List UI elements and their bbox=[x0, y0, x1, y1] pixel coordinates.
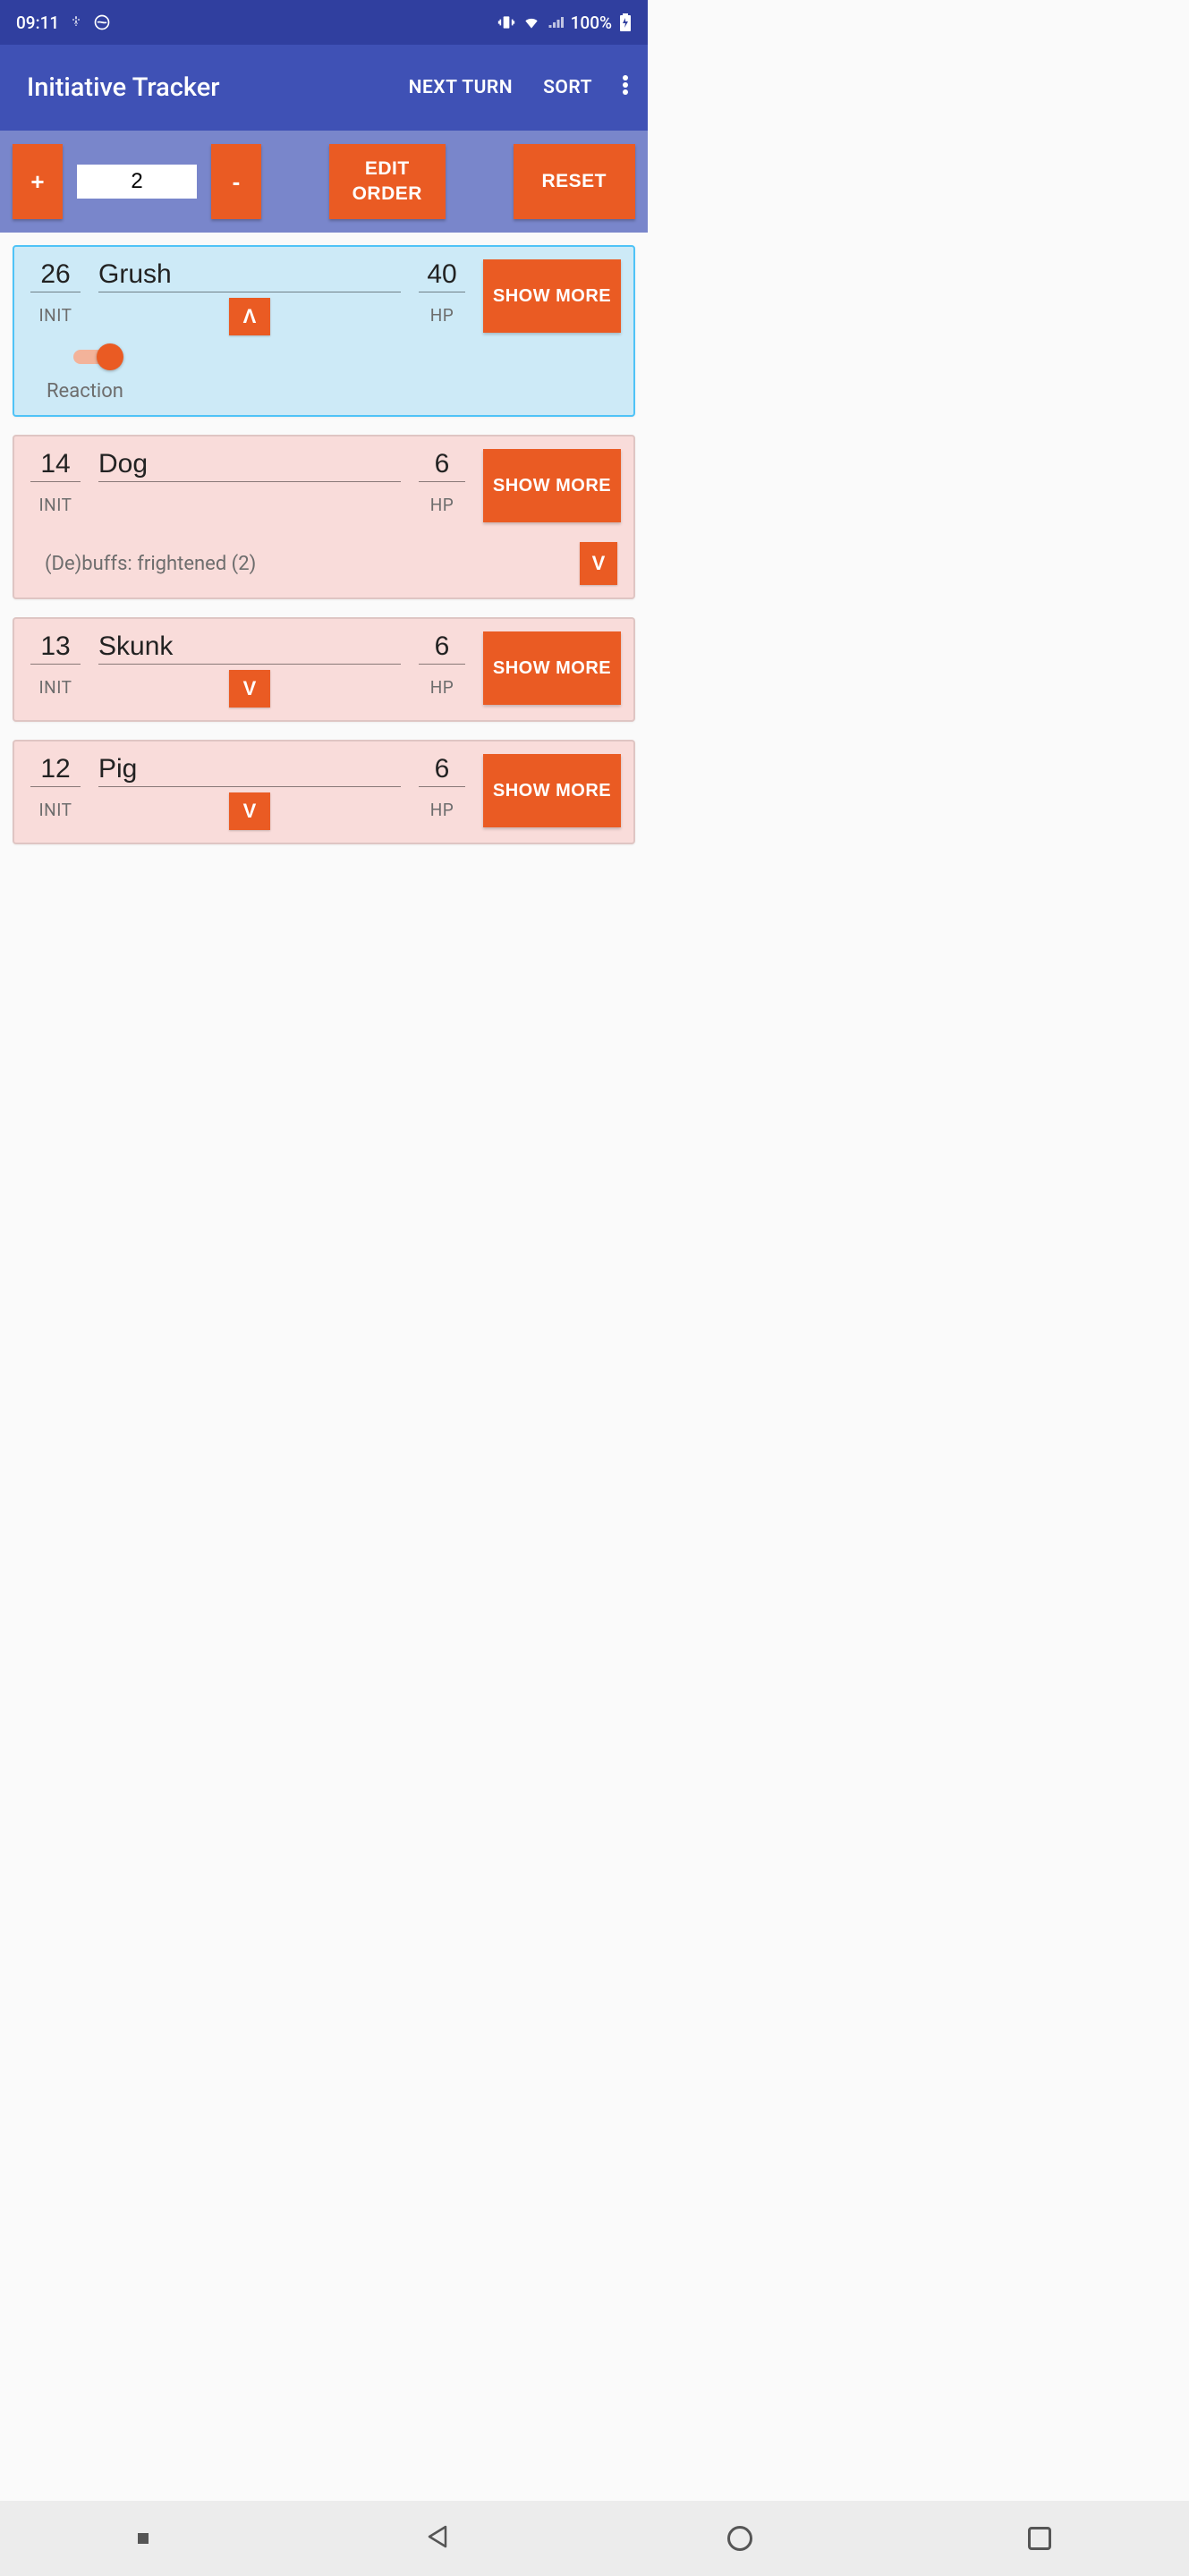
app-status-icon bbox=[93, 13, 111, 31]
vibrate-icon bbox=[497, 13, 515, 31]
name-input[interactable] bbox=[98, 259, 401, 292]
name-input[interactable] bbox=[98, 631, 401, 665]
init-label: INIT bbox=[39, 495, 72, 515]
toolbar: + - EDIT ORDER RESET bbox=[0, 131, 648, 233]
hp-label: HP bbox=[430, 495, 454, 515]
show-more-button[interactable]: SHOW MORE bbox=[483, 449, 621, 522]
status-battery-text: 100% bbox=[571, 13, 612, 33]
init-label: INIT bbox=[39, 305, 72, 326]
status-time: 09:11 bbox=[16, 13, 59, 33]
nav-back-icon[interactable] bbox=[424, 2523, 451, 2554]
nav-recent-mini-icon[interactable] bbox=[138, 2533, 149, 2544]
creature-card: INIT HP SHOW MORE (De)buffs: frightened (2)… bbox=[13, 435, 635, 599]
init-input[interactable] bbox=[30, 449, 81, 482]
hp-input[interactable] bbox=[419, 449, 465, 482]
debuffs-text: (De)buffs: frightened (2) bbox=[45, 553, 580, 575]
wifi-icon bbox=[522, 13, 540, 31]
creature-card: INIT V HP SHOW MORE bbox=[13, 617, 635, 722]
name-input[interactable] bbox=[98, 754, 401, 787]
init-input[interactable] bbox=[30, 754, 81, 787]
app-title: Initiative Tracker bbox=[27, 72, 220, 103]
show-more-button[interactable]: SHOW MORE bbox=[483, 631, 621, 705]
reaction-toggle[interactable] bbox=[73, 343, 123, 371]
reset-button[interactable]: RESET bbox=[514, 144, 636, 219]
nav-recents-icon[interactable] bbox=[1028, 2527, 1051, 2550]
minus-button[interactable]: - bbox=[211, 144, 261, 219]
expand-icon[interactable]: V bbox=[580, 542, 617, 585]
hp-input[interactable] bbox=[419, 259, 465, 292]
count-input[interactable] bbox=[77, 165, 197, 199]
edit-order-button[interactable]: EDIT ORDER bbox=[329, 144, 446, 219]
next-turn-button[interactable]: NEXT TURN bbox=[409, 77, 514, 98]
hp-label: HP bbox=[430, 800, 454, 820]
creature-card: INIT V HP SHOW MORE bbox=[13, 740, 635, 844]
sort-button[interactable]: SORT bbox=[543, 77, 592, 98]
init-input[interactable] bbox=[30, 259, 81, 292]
app-bar: Initiative Tracker NEXT TURN SORT bbox=[0, 45, 648, 131]
init-input[interactable] bbox=[30, 631, 81, 665]
hp-label: HP bbox=[430, 677, 454, 698]
hp-input[interactable] bbox=[419, 631, 465, 665]
signal-icon bbox=[548, 14, 564, 30]
init-label: INIT bbox=[39, 800, 72, 820]
expand-icon[interactable]: V bbox=[229, 792, 270, 830]
system-nav-bar bbox=[0, 2501, 1189, 2576]
show-more-button[interactable]: SHOW MORE bbox=[483, 259, 621, 333]
expand-icon[interactable]: V bbox=[229, 670, 270, 708]
hp-input[interactable] bbox=[419, 754, 465, 787]
overflow-menu-icon[interactable] bbox=[623, 74, 628, 101]
creature-list: INIT Λ HP SHOW MORE Reaction INIT HP SHOW MORE (… bbox=[0, 233, 648, 857]
usb-icon bbox=[68, 14, 84, 30]
plus-button[interactable]: + bbox=[13, 144, 63, 219]
battery-icon bbox=[619, 13, 632, 31]
name-input[interactable] bbox=[98, 449, 401, 482]
hp-label: HP bbox=[430, 305, 454, 326]
status-bar: 09:11 100% bbox=[0, 0, 648, 45]
creature-card: INIT Λ HP SHOW MORE Reaction bbox=[13, 245, 635, 417]
show-more-button[interactable]: SHOW MORE bbox=[483, 754, 621, 827]
collapse-icon[interactable]: Λ bbox=[229, 298, 270, 335]
nav-home-icon[interactable] bbox=[727, 2526, 752, 2551]
init-label: INIT bbox=[39, 677, 72, 698]
reaction-label: Reaction bbox=[47, 380, 123, 402]
